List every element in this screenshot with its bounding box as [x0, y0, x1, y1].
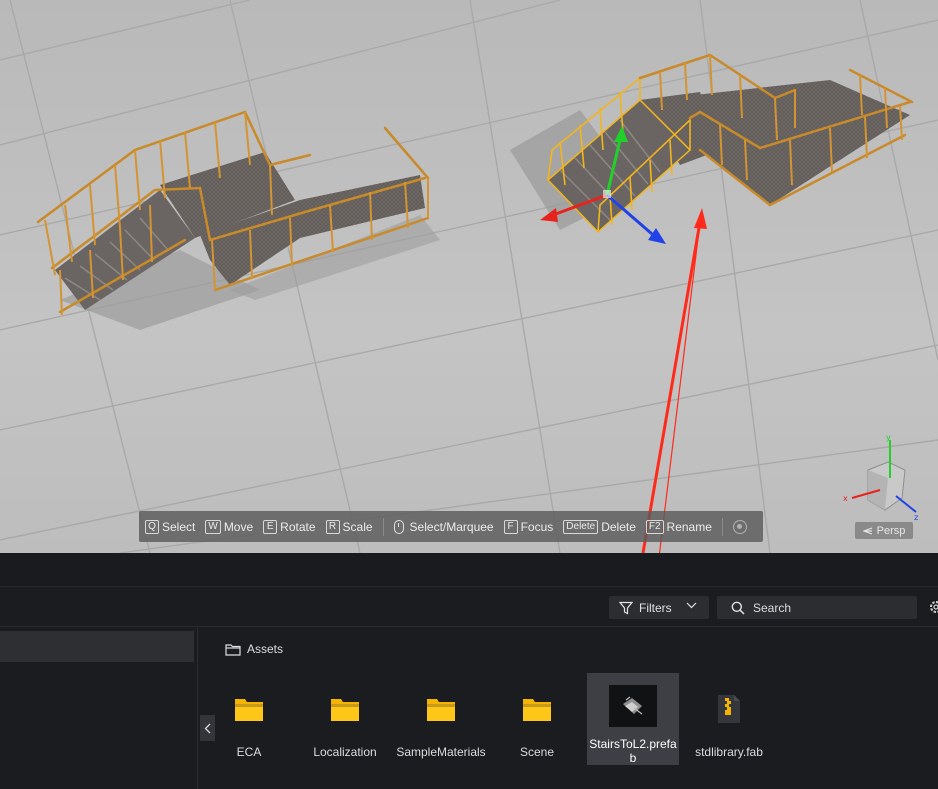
rotate-label: Rotate [280, 519, 316, 534]
hud-separator [382, 517, 384, 536]
prefab-thumbnail-icon [609, 685, 657, 727]
folder-icon [417, 685, 465, 733]
chevron-down-icon [686, 602, 697, 609]
camera-mode-button[interactable]: Persp [855, 522, 913, 539]
folder-tree-selected-row[interactable] [0, 631, 194, 662]
scale-label: Scale [342, 519, 373, 534]
svg-text:x: x [843, 494, 848, 503]
hud-move[interactable]: W Move [205, 519, 254, 534]
search-icon [731, 601, 745, 615]
asset-name: ECA [236, 745, 262, 759]
camera-mode-label: Persp [876, 524, 906, 537]
viewport-shortcut-bar: Q Select W Move E Rotate R Scale Select/… [139, 511, 763, 542]
asset-item-stairstol2-prefab[interactable]: StairsToL2.prefab [587, 673, 679, 765]
breadcrumb[interactable]: Assets [225, 642, 283, 656]
camera-mode-icon [862, 526, 872, 535]
scene-render: y x z [0, 0, 938, 553]
asset-item-eca[interactable]: ECA [201, 673, 297, 765]
gear-icon[interactable] [928, 600, 938, 614]
hud-scale[interactable]: R Scale [325, 519, 373, 534]
asset-browser-toolbar: Filters [0, 587, 938, 627]
hud-separator [721, 517, 723, 536]
filters-label: Filters [639, 600, 672, 615]
panel-header [0, 553, 938, 587]
asset-name: Scene [519, 745, 555, 759]
move-key: W [205, 519, 221, 534]
move-label: Move [223, 519, 254, 534]
folder-outline-icon [225, 643, 241, 656]
hud-focus[interactable]: F Focus [503, 519, 554, 534]
asset-name: Localization [313, 745, 377, 759]
folder-icon [225, 685, 273, 733]
asset-name: SampleMaterials [396, 745, 486, 759]
select-key: Q [145, 519, 159, 534]
focus-label: Focus [520, 519, 554, 534]
hud-select[interactable]: Q Select [145, 519, 196, 534]
target-icon[interactable] [732, 519, 747, 534]
asset-name: stdlibrary.fab [695, 745, 763, 759]
filters-button[interactable]: Filters [609, 596, 709, 619]
folder-tree-pane [0, 628, 198, 789]
asset-item-scene[interactable]: Scene [489, 673, 585, 765]
asset-grid: Assets ECA Localization SampleMaterials … [199, 628, 938, 789]
delete-key: Delete [563, 519, 599, 534]
select-label: Select [162, 519, 196, 534]
search-input[interactable] [753, 600, 903, 615]
scene-viewport[interactable]: y x z Q Select W Move E Rotate R Scale S… [0, 0, 938, 553]
asset-browser-panel: Filters Assets [0, 553, 938, 789]
rename-label: Rename [666, 519, 712, 534]
folder-icon [513, 685, 561, 733]
asset-item-localization[interactable]: Localization [297, 673, 393, 765]
hud-delete[interactable]: Delete Delete [563, 519, 636, 534]
asset-name: StairsToL2.prefab [589, 737, 677, 765]
mouse-icon [393, 519, 404, 534]
delete-label: Delete [601, 519, 636, 534]
search-field[interactable] [717, 596, 917, 619]
rename-key: F2 [645, 519, 664, 534]
svg-text:z: z [914, 513, 918, 522]
asset-item-samplematerials[interactable]: SampleMaterials [393, 673, 489, 765]
archive-file-icon [705, 685, 753, 733]
marquee-label: Select/Marquee [409, 519, 494, 534]
filter-icon [619, 601, 633, 614]
svg-text:y: y [886, 433, 891, 442]
focus-key: F [503, 519, 518, 534]
hud-marquee[interactable]: Select/Marquee [393, 519, 494, 534]
breadcrumb-label: Assets [247, 642, 284, 656]
asset-item-stdlibrary-fab[interactable]: stdlibrary.fab [681, 673, 777, 765]
folder-icon [321, 685, 369, 733]
rotate-key: E [263, 519, 278, 534]
hud-rename[interactable]: F2 Rename [645, 519, 712, 534]
scale-key: R [325, 519, 340, 534]
hud-rotate[interactable]: E Rotate [263, 519, 316, 534]
